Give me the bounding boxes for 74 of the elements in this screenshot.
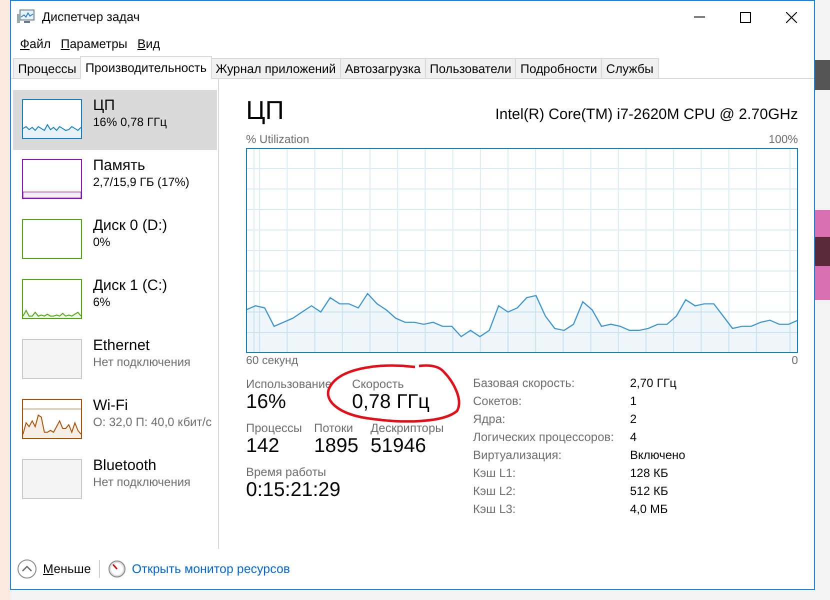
close-icon xyxy=(786,12,796,22)
item-name: Wi-Fi xyxy=(93,397,129,414)
sidebar-item[interactable]: Ethernet Нет подключения xyxy=(13,330,217,390)
menu-item[interactable]: Параметры xyxy=(56,35,132,53)
menu-item[interactable]: Вид xyxy=(132,35,166,53)
chevron-up-icon xyxy=(17,559,37,579)
item-detail: 16% 0,78 ГГц xyxy=(93,115,167,129)
spec-value: 1 xyxy=(630,394,638,408)
tab[interactable]: Процессы xyxy=(13,58,82,78)
spec-label: Сокетов: xyxy=(473,394,523,408)
stat-label: Время работы xyxy=(246,465,328,479)
item-name: ЦП xyxy=(93,97,116,114)
stat-label: Процессы xyxy=(246,421,302,435)
spec-label: Логических процессоров: xyxy=(473,430,615,444)
sidebar-item[interactable]: Память 2,7/15,9 ГБ (17%) xyxy=(13,150,217,210)
item-detail: Нет подключения xyxy=(93,355,191,369)
axis-label: 100% xyxy=(768,134,798,146)
stat-value: 0:15:21:29 xyxy=(246,479,341,502)
stat-value: 51946 xyxy=(370,435,428,458)
spec-value: 2 xyxy=(630,412,638,426)
stat-value: 1895 xyxy=(314,435,359,458)
maximize-icon xyxy=(740,12,750,22)
spec-value: Включено xyxy=(630,448,686,462)
item-name: Память xyxy=(93,157,146,174)
window-title: Диспетчер задач xyxy=(42,10,141,24)
menu-item[interactable]: Файл xyxy=(15,35,56,53)
sidebar-item[interactable]: Диск 1 (C:) 6% xyxy=(13,270,217,330)
item-name: Ethernet xyxy=(93,337,151,354)
item-detail: О: 32,0 П: 40,0 кбит/с xyxy=(93,415,212,429)
stat-value: 142 xyxy=(246,435,280,458)
axis-label: 60 секунд xyxy=(246,355,298,367)
gauge-icon xyxy=(108,560,126,578)
less-button[interactable]: Меньше xyxy=(17,559,91,579)
stat-label: Использование xyxy=(246,377,333,391)
spec-label: Ядра: xyxy=(473,412,506,426)
sidebar-item[interactable]: ЦП 16% 0,78 ГГц xyxy=(13,90,217,150)
background-window xyxy=(814,60,830,90)
sidebar-item[interactable]: Wi-Fi О: 32,0 П: 40,0 кбит/с xyxy=(13,390,217,450)
tab[interactable]: Производительность xyxy=(80,56,212,79)
tab[interactable]: Журнал приложений xyxy=(210,58,341,78)
tab[interactable]: Подробности xyxy=(515,58,602,78)
stat-label: Потоки xyxy=(314,421,354,435)
monitor-icon xyxy=(17,9,35,25)
spec-label: Базовая скорость: xyxy=(473,376,576,390)
spec-label: Кэш L1: xyxy=(473,466,517,480)
item-detail: 6% xyxy=(93,295,112,309)
item-detail: Нет подключения xyxy=(93,475,191,489)
stat-label: Скорость xyxy=(352,377,405,391)
resource-monitor-link[interactable]: Открыть монитор ресурсов xyxy=(132,562,290,576)
sidebar-item[interactable]: Bluetooth Нет подключения xyxy=(13,450,217,510)
item-detail: 0% xyxy=(93,235,112,249)
spec-value: 4,0 МБ xyxy=(630,502,669,516)
sidebar-item[interactable]: Диск 0 (D:) 0% xyxy=(13,210,217,270)
tab[interactable]: Службы xyxy=(601,58,659,78)
axis-label: % Utilization xyxy=(246,134,310,146)
tab[interactable]: Автозагрузка xyxy=(340,58,426,78)
processor-model: Intel(R) Core(TM) i7-2620M CPU @ 2.70GHz xyxy=(495,106,798,123)
section-title: ЦП xyxy=(246,95,284,126)
item-name: Bluetooth xyxy=(93,457,158,474)
stat-label: Дескрипторы xyxy=(370,421,444,435)
stat-value: 16% xyxy=(246,391,288,414)
item-name: Диск 1 (C:) xyxy=(93,277,168,294)
axis-label: 0 xyxy=(792,355,798,367)
spec-label: Кэш L3: xyxy=(473,502,517,516)
stat-value: 0,78 ГГц xyxy=(352,391,430,414)
item-name: Диск 0 (D:) xyxy=(93,217,168,234)
tab[interactable]: Пользователи xyxy=(424,58,516,78)
spec-value: 512 КБ xyxy=(630,484,670,498)
spec-value: 2,70 ГГц xyxy=(630,376,678,390)
spec-value: 128 КБ xyxy=(630,466,670,480)
spec-label: Кэш L2: xyxy=(473,484,517,498)
item-detail: 2,7/15,9 ГБ (17%) xyxy=(93,175,190,189)
spec-value: 4 xyxy=(630,430,638,444)
spec-label: Виртуализация: xyxy=(473,448,563,462)
